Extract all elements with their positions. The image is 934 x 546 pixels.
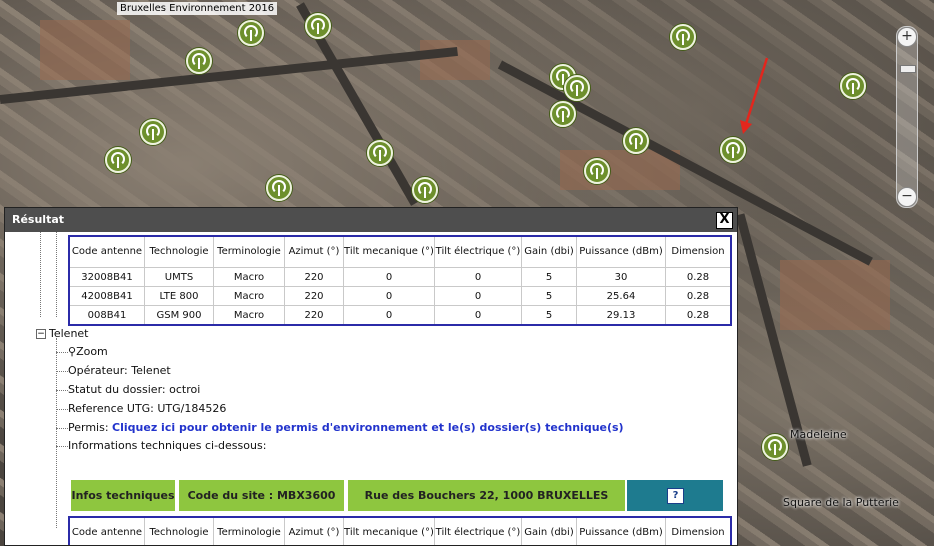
- result-panel: Résultat X Code antenne Technologie Termin…: [4, 207, 738, 546]
- table-header-cell: Terminologie: [213, 235, 285, 268]
- table-header-cell: Tilt mecanique (°): [343, 235, 435, 268]
- table-header-cell: Gain (dbi): [521, 516, 577, 545]
- table-header-cell: Dimension: [665, 516, 732, 545]
- table-cell: 0.28: [665, 305, 732, 326]
- tree-line: [56, 446, 68, 447]
- table-cell: 0: [343, 267, 435, 287]
- permis-label: Permis:: [68, 421, 109, 434]
- table-header-cell: Terminologie: [213, 516, 285, 545]
- help-cell[interactable]: ?: [627, 480, 723, 511]
- table-cell: 220: [284, 305, 344, 326]
- tree-line: [56, 371, 68, 372]
- table-header-cell: Technologie: [144, 516, 214, 545]
- infos-tech-label: Informations techniques ci-dessous:: [68, 439, 267, 452]
- close-button[interactable]: X: [716, 212, 733, 229]
- statut-text: Statut du dossier: octroi: [68, 383, 201, 396]
- zoom-slider[interactable]: + −: [896, 26, 918, 208]
- address-cell: Rue des Bouchers 22, 1000 BRUXELLES: [348, 480, 625, 511]
- table-header-cell: Tilt électrique (°): [434, 235, 522, 268]
- table-header-row: Code antenne Technologie Terminologie Azimu…: [68, 516, 732, 545]
- table-cell: 30: [576, 267, 666, 287]
- table-cell: GSM 900: [144, 305, 214, 326]
- table-cell: LTE 800: [144, 286, 214, 306]
- permis-link[interactable]: Cliquez ici pour obtenir le permis d'env…: [112, 421, 624, 434]
- table-row: 42008B41 LTE 800 Macro 220 0 0 5 25.64 0.28: [68, 286, 732, 306]
- table-header-row: Code antenne Technologie Terminologie Azimu…: [68, 235, 732, 268]
- table-header-cell: Tilt électrique (°): [434, 516, 522, 545]
- table-cell: 0: [434, 305, 522, 326]
- zoom-slider-handle[interactable]: [900, 65, 916, 73]
- table-header-cell: Azimut (°): [284, 516, 344, 545]
- table-header-cell: Code antenne: [68, 516, 145, 545]
- tree-node-telenet[interactable]: Telenet: [49, 327, 89, 340]
- table-cell: UMTS: [144, 267, 214, 287]
- zoom-in-button[interactable]: +: [897, 27, 917, 47]
- table-cell: 0.28: [665, 267, 732, 287]
- infos-techniques-cell: Infos techniques: [71, 480, 175, 511]
- operateur-text: Opérateur: Telenet: [68, 364, 171, 377]
- table-row: 008B41 GSM 900 Macro 220 0 0 5 29.13 0.28: [68, 305, 732, 326]
- code-site-cell: Code du site : MBX3600: [179, 480, 344, 511]
- antenna-table-2: Code antenne Technologie Terminologie Azimu…: [68, 516, 732, 545]
- table-cell: 0: [434, 267, 522, 287]
- table-cell: 0.28: [665, 286, 732, 306]
- permis-row: Permis: Cliquez ici pour obtenir le perm…: [68, 421, 624, 434]
- table-cell: 0: [343, 305, 435, 326]
- table-cell: Macro: [213, 305, 285, 326]
- tree-line: [56, 352, 68, 353]
- result-panel-header: Résultat X: [5, 208, 737, 232]
- zoom-out-button[interactable]: −: [897, 187, 917, 207]
- reference-text: Reference UTG: UTG/184526: [68, 402, 227, 415]
- table-cell: 008B41: [68, 305, 145, 326]
- table-header-cell: Technologie: [144, 235, 214, 268]
- tree-line: [56, 428, 68, 429]
- table-header-cell: Tilt mecanique (°): [343, 516, 435, 545]
- antenna-table-1: Code antenne Technologie Terminologie Azimu…: [68, 235, 732, 326]
- table-cell: 29.13: [576, 305, 666, 326]
- help-icon[interactable]: ?: [667, 488, 684, 504]
- table-cell: 42008B41: [68, 286, 145, 306]
- table-header-cell: Puissance (dBm): [576, 516, 666, 545]
- table-cell: 32008B41: [68, 267, 145, 287]
- table-header-cell: Gain (dbi): [521, 235, 577, 268]
- tree-line: [56, 390, 68, 391]
- table-header-cell: Code antenne: [68, 235, 145, 268]
- zoom-link[interactable]: ⚲Zoom: [68, 345, 108, 358]
- tree-line: [56, 338, 57, 528]
- result-panel-title: Résultat: [12, 213, 65, 226]
- table-cell: 0: [343, 286, 435, 306]
- table-row: 32008B41 UMTS Macro 220 0 0 5 30 0.28: [68, 267, 732, 287]
- table-cell: Macro: [213, 267, 285, 287]
- table-cell: Macro: [213, 286, 285, 306]
- table-cell: 25.64: [576, 286, 666, 306]
- table-cell: 220: [284, 286, 344, 306]
- table-cell: 220: [284, 267, 344, 287]
- result-panel-body[interactable]: Code antenne Technologie Terminologie Azimu…: [5, 232, 737, 545]
- table-header-cell: Puissance (dBm): [576, 235, 666, 268]
- tree-line: [56, 409, 68, 410]
- table-cell: 5: [521, 305, 577, 326]
- collapse-toggle[interactable]: −: [36, 329, 46, 339]
- table-header-cell: Dimension: [665, 235, 732, 268]
- tree-line: [40, 232, 41, 317]
- zoom-icon: ⚲: [68, 345, 77, 358]
- map-label-madeleine: Madeleine: [790, 428, 847, 441]
- map-label-square-putterie: Square de la Putterie: [783, 496, 899, 509]
- zoom-link-label: Zoom: [76, 345, 108, 358]
- tree-line: [56, 232, 57, 317]
- table-cell: 0: [434, 286, 522, 306]
- table-cell: 5: [521, 267, 577, 287]
- table-cell: 5: [521, 286, 577, 306]
- table-header-cell: Azimut (°): [284, 235, 344, 268]
